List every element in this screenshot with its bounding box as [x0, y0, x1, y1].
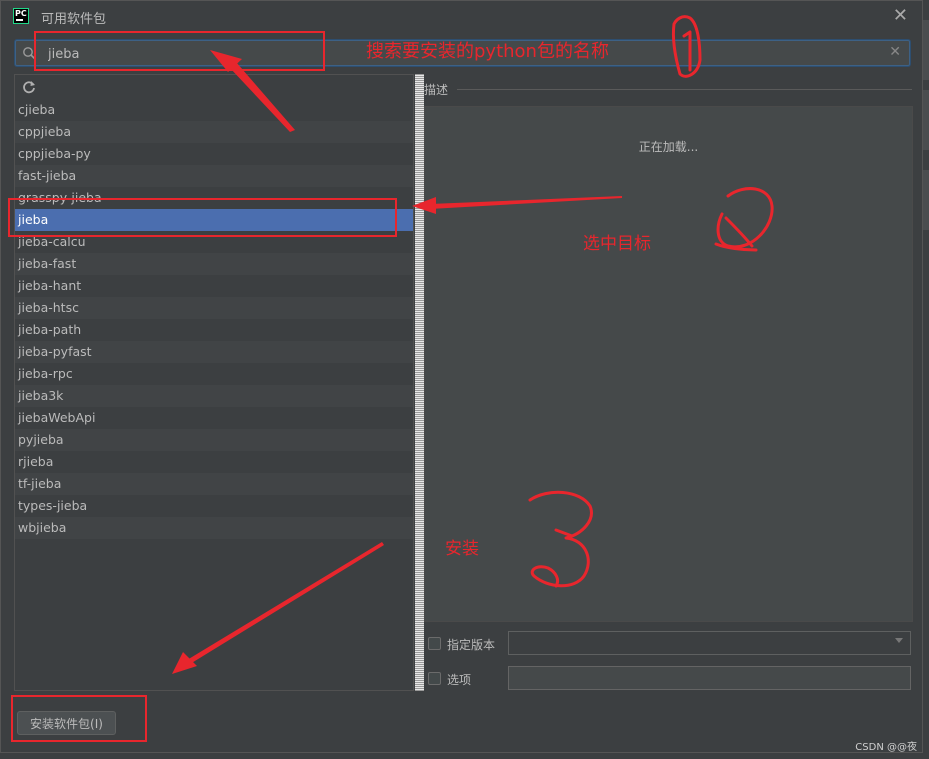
options-label: 选项: [447, 673, 472, 687]
pycharm-logo-icon: PC: [13, 8, 29, 24]
package-list-item[interactable]: jiebaWebApi: [15, 407, 413, 429]
clear-search-icon[interactable]: ✕: [889, 44, 901, 60]
package-list: cjieba cppjieba cppjieba-py fast-jieba grass…: [15, 99, 413, 539]
logo-text: PC: [15, 9, 27, 18]
version-select[interactable]: [508, 631, 911, 655]
status-strip: [0, 753, 929, 759]
specify-version-checkbox[interactable]: [428, 637, 441, 650]
package-list-item[interactable]: jieba-fast: [15, 253, 413, 275]
package-list-item[interactable]: jieba-pyfast: [15, 341, 413, 363]
package-list-item[interactable]: jieba-hant: [15, 275, 413, 297]
options-input[interactable]: [508, 666, 911, 690]
description-divider: [457, 89, 912, 90]
package-list-item[interactable]: rjieba: [15, 451, 413, 473]
description-label: 描述: [424, 83, 449, 97]
search-annotation: 搜索要安装的python包的名称: [366, 41, 609, 62]
panel-splitter[interactable]: [415, 74, 424, 691]
dialog-title: 可用软件包: [41, 12, 107, 27]
package-list-item[interactable]: cppjieba-py: [15, 143, 413, 165]
chevron-down-icon: [895, 638, 903, 643]
package-list-item[interactable]: tf-jieba: [15, 473, 413, 495]
package-list-panel: cjieba cppjieba cppjieba-py fast-jieba grass…: [14, 74, 414, 691]
package-list-item[interactable]: jieba-htsc: [15, 297, 413, 319]
specify-version-label: 指定版本: [447, 638, 496, 652]
close-icon[interactable]: ✕: [893, 5, 908, 26]
select-annotation: 选中目标: [583, 234, 651, 254]
available-packages-dialog: PC 可用软件包 ✕ ✕ cjiebacppjiebacppjieba-pyfa…: [0, 0, 923, 753]
selection-highlight-box: [8, 198, 397, 237]
options-checkbox[interactable]: [428, 672, 441, 685]
package-list-item[interactable]: cjieba: [15, 99, 413, 121]
package-list-item[interactable]: pyjieba: [15, 429, 413, 451]
package-list-item[interactable]: jieba3k: [15, 385, 413, 407]
package-list-item[interactable]: fast-jieba: [15, 165, 413, 187]
package-list-item[interactable]: cppjieba: [15, 121, 413, 143]
side-tab[interactable]: [923, 20, 929, 80]
package-list-item[interactable]: jieba-path: [15, 319, 413, 341]
right-tool-strip: [923, 0, 929, 759]
description-panel: 正在加载...: [424, 106, 913, 622]
loading-text: 正在加载...: [638, 140, 699, 154]
package-list-item[interactable]: wbjieba: [15, 517, 413, 539]
search-highlight-box: [34, 31, 325, 71]
side-tab[interactable]: [923, 170, 929, 230]
install-highlight-box: [11, 695, 147, 742]
refresh-icon[interactable]: [21, 79, 37, 95]
title-bar[interactable]: PC 可用软件包 ✕: [1, 1, 922, 31]
watermark: CSDN @@夜: [855, 742, 917, 753]
package-list-item[interactable]: types-jieba: [15, 495, 413, 517]
package-list-item[interactable]: jieba-rpc: [15, 363, 413, 385]
install-annotation: 安装: [445, 539, 479, 559]
side-tab[interactable]: [923, 90, 929, 150]
